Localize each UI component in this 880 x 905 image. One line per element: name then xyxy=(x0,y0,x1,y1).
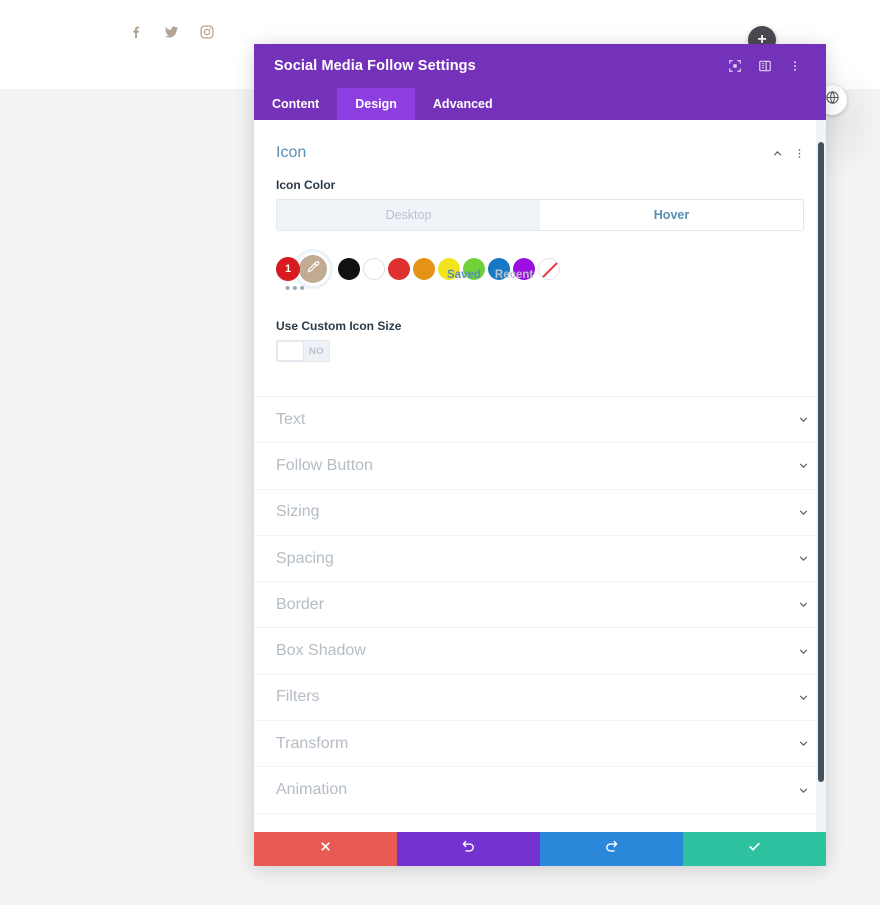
selected-color-fill xyxy=(299,255,327,283)
section-box-shadow[interactable]: Box Shadow xyxy=(254,627,826,673)
twitter-icon[interactable] xyxy=(163,24,180,40)
tab-content[interactable]: Content xyxy=(254,88,337,120)
settings-modal: Social Media Follow Settings Content Des… xyxy=(254,44,826,866)
section-animation[interactable]: Animation xyxy=(254,766,826,812)
section-spacing-label: Spacing xyxy=(276,549,334,567)
section-border-label: Border xyxy=(276,595,325,613)
facebook-icon[interactable] xyxy=(128,24,144,40)
chevron-down-icon[interactable] xyxy=(797,506,810,519)
check-icon xyxy=(747,839,762,859)
section-spacing[interactable]: Spacing xyxy=(254,534,826,581)
modal-action-bar xyxy=(254,832,826,866)
chevron-down-icon[interactable] xyxy=(797,459,810,472)
modal-titlebar: Social Media Follow Settings xyxy=(254,44,826,88)
section-follow-button-label: Follow Button xyxy=(276,456,373,474)
icon-color-state-tabs: Desktop Hover xyxy=(276,199,804,231)
section-text-label: Text xyxy=(276,410,306,428)
swatch-count-badge: 1 xyxy=(276,257,300,281)
custom-icon-size-toggle[interactable]: NO xyxy=(276,340,330,362)
chevron-down-icon[interactable] xyxy=(797,737,810,750)
layout-panel-icon[interactable] xyxy=(750,51,780,81)
modal-body: Icon Icon Color Desktop Hover 1 ••• Save… xyxy=(254,120,826,832)
globe-icon xyxy=(825,90,840,110)
color-swatch-area: 1 ••• Saved Recent xyxy=(254,231,826,296)
section-border[interactable]: Border xyxy=(254,581,826,627)
modal-title: Social Media Follow Settings xyxy=(274,58,476,74)
icon-settings-section: Icon Icon Color Desktop Hover 1 ••• Save… xyxy=(254,120,826,396)
more-vertical-icon[interactable] xyxy=(780,51,810,81)
saved-colors-link[interactable]: Saved xyxy=(447,269,481,281)
recent-colors-link[interactable]: Recent xyxy=(495,269,533,281)
chevron-up-icon[interactable] xyxy=(766,142,788,164)
section-text[interactable]: Text xyxy=(254,396,826,442)
help-row[interactable]: ? Help xyxy=(254,812,826,832)
section-sizing[interactable]: Sizing xyxy=(254,488,826,535)
instagram-icon[interactable] xyxy=(199,24,215,40)
undo-button[interactable] xyxy=(397,832,540,866)
toggle-knob xyxy=(277,341,304,361)
save-button[interactable] xyxy=(683,832,826,866)
palette-source-links: Saved Recent xyxy=(254,269,826,281)
section-transform[interactable]: Transform xyxy=(254,720,826,766)
chevron-down-icon[interactable] xyxy=(797,552,810,565)
selected-color-swatch[interactable] xyxy=(296,252,330,286)
close-icon xyxy=(319,840,332,858)
chevron-down-icon[interactable] xyxy=(797,413,810,426)
custom-icon-size-label: Use Custom Icon Size xyxy=(276,319,402,333)
section-animation-label: Animation xyxy=(276,781,348,799)
focus-icon[interactable] xyxy=(720,51,750,81)
chevron-down-icon[interactable] xyxy=(797,691,810,704)
section-more-vertical-icon[interactable] xyxy=(788,142,810,164)
toggle-value: NO xyxy=(308,345,325,357)
custom-icon-size-block: Use Custom Icon Size NO xyxy=(254,285,826,362)
state-tab-desktop[interactable]: Desktop xyxy=(277,200,540,230)
modal-tabs: Content Design Advanced xyxy=(254,88,826,120)
redo-icon xyxy=(604,839,619,859)
section-transform-label: Transform xyxy=(276,734,349,752)
chevron-down-icon[interactable] xyxy=(797,598,810,611)
redo-button[interactable] xyxy=(540,832,683,866)
eyedropper-icon xyxy=(306,260,320,279)
social-follow-module xyxy=(128,24,215,40)
section-filters-label: Filters xyxy=(276,688,320,706)
chevron-down-icon[interactable] xyxy=(797,645,810,658)
section-follow-button[interactable]: Follow Button xyxy=(254,442,826,488)
tab-advanced[interactable]: Advanced xyxy=(415,88,511,120)
tab-design[interactable]: Design xyxy=(337,88,415,120)
state-tab-hover[interactable]: Hover xyxy=(540,200,803,230)
section-box-shadow-label: Box Shadow xyxy=(276,642,366,660)
icon-section-header[interactable]: Icon xyxy=(254,120,826,178)
icon-color-label: Icon Color xyxy=(276,178,336,192)
cancel-button[interactable] xyxy=(254,832,397,866)
section-sizing-label: Sizing xyxy=(276,503,320,521)
section-filters[interactable]: Filters xyxy=(254,673,826,720)
undo-icon xyxy=(461,839,476,859)
scrollbar-track[interactable] xyxy=(816,120,826,832)
chevron-down-icon[interactable] xyxy=(797,784,810,797)
icon-section-title: Icon xyxy=(276,144,307,161)
